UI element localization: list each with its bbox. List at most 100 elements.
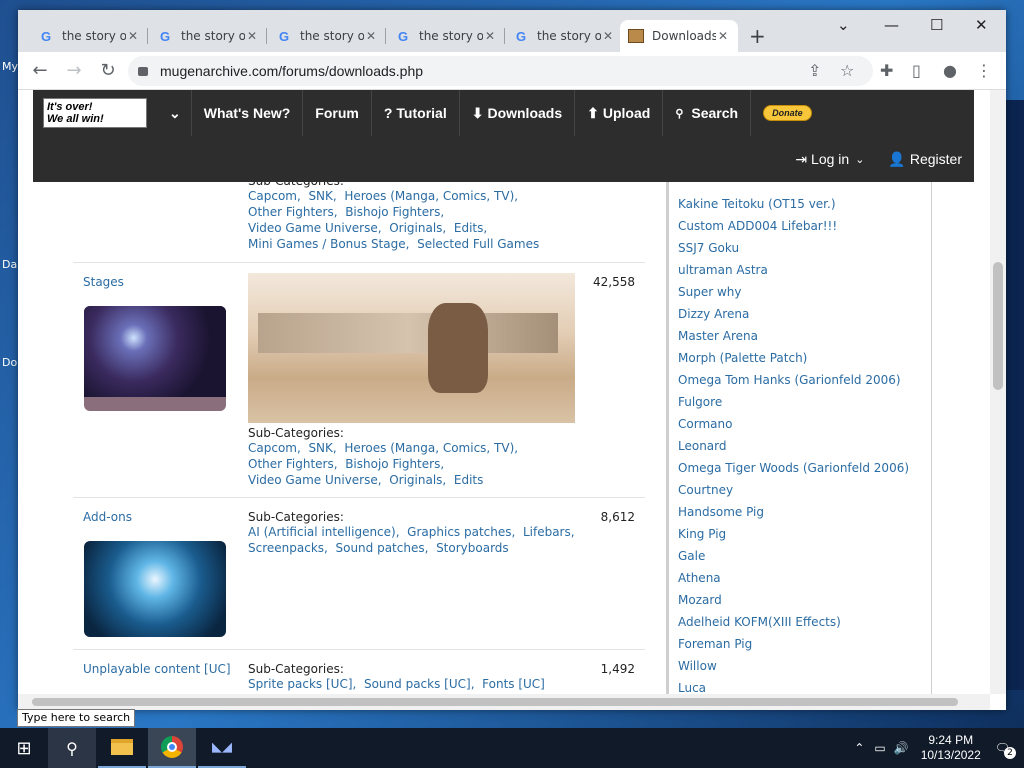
bookmark-star-icon[interactable]: ☆ [840, 61, 854, 80]
sidebar-download-link[interactable]: Handsome Pig [678, 501, 909, 523]
sidebar-download-link[interactable]: Fulgore [678, 391, 909, 413]
menu-icon[interactable]: ⋮ [976, 61, 992, 80]
featured-stage-image[interactable] [248, 273, 575, 423]
share-icon[interactable]: ⇪ [808, 61, 821, 80]
close-tab-icon[interactable]: ✕ [483, 29, 497, 43]
side-panel-icon[interactable]: ▯ [912, 61, 921, 80]
sidebar-download-link[interactable]: Omega Tiger Woods (Garionfeld 2006) [678, 457, 909, 479]
subcategory-link[interactable]: Other Fighters [248, 457, 334, 471]
subcategory-link[interactable]: Other Fighters [248, 205, 334, 219]
subcategory-link[interactable]: SNK [308, 441, 332, 455]
app-icon[interactable]: ◣◢ [198, 728, 246, 768]
subcategory-link[interactable]: Graphics patches [407, 525, 511, 539]
chevron-up-icon[interactable]: ⌃ [854, 741, 864, 755]
notifications-icon[interactable]: 🗨 2 [995, 741, 1016, 759]
sidebar-download-link[interactable]: Omega Tom Hanks (Garionfeld 2006) [678, 369, 909, 391]
nav-search[interactable]: ⚲ Search [663, 90, 752, 136]
extensions-icon[interactable]: ✚ [880, 61, 893, 80]
subcategory-link[interactable]: Bishojo Fighters [345, 457, 440, 471]
sidebar-download-link[interactable]: Gale [678, 545, 909, 567]
category-title[interactable]: Stages [83, 275, 124, 289]
subcategory-link[interactable]: Sprite packs [UC] [248, 677, 353, 691]
sidebar-download-link[interactable]: Foreman Pig [678, 633, 909, 655]
nav-upload[interactable]: ⬆ Upload [575, 90, 664, 136]
chevron-down-icon[interactable]: ⌄ [159, 90, 192, 136]
desktop-icon-label[interactable]: My [2, 60, 18, 73]
subcategory-link[interactable]: Lifebars [523, 525, 571, 539]
site-logo[interactable]: It's over! We all win! [43, 98, 147, 128]
nav-forum[interactable]: Forum [303, 90, 372, 136]
subcategory-link[interactable]: Selected Full Games [417, 237, 539, 251]
close-tab-icon[interactable]: ✕ [245, 29, 259, 43]
subcategory-link[interactable]: Video Game Universe [248, 221, 378, 235]
subcategory-link[interactable]: Sound patches [335, 541, 424, 555]
file-explorer-icon[interactable] [98, 728, 146, 768]
sidebar-download-link[interactable]: Leonard [678, 435, 909, 457]
scrollbar-thumb[interactable] [32, 698, 958, 706]
sidebar-download-link[interactable]: Cormano [678, 413, 909, 435]
close-tab-icon[interactable]: ✕ [364, 29, 378, 43]
subcategory-link[interactable]: Storyboards [436, 541, 509, 555]
browser-tab[interactable]: G the story of ✕ [268, 20, 386, 52]
desktop-icon-label[interactable]: Da [2, 258, 17, 271]
subcategory-link[interactable]: Heroes (Manga, Comics, TV) [344, 189, 514, 203]
sidebar-download-link[interactable]: King Pig [678, 523, 909, 545]
subcategory-link[interactable]: Originals [389, 473, 442, 487]
addons-thumbnail[interactable] [84, 541, 226, 637]
desktop-icon-label[interactable]: Do [2, 356, 17, 369]
sidebar-download-link[interactable]: Morph (Palette Patch) [678, 347, 909, 369]
category-title[interactable]: Unplayable content [UC] [83, 662, 231, 676]
sidebar-download-link[interactable]: Dizzy Arena [678, 303, 909, 325]
sidebar-download-link[interactable]: Adelheid KOFM(XIII Effects) [678, 611, 909, 633]
login-button[interactable]: ⇥ Log in ⌄ [783, 136, 876, 182]
volume-icon[interactable]: 🔊 [894, 741, 909, 755]
subcategory-link[interactable]: Capcom [248, 189, 297, 203]
sidebar-download-link[interactable]: ultraman Astra [678, 259, 909, 281]
close-window-button[interactable]: ✕ [975, 16, 988, 34]
scrollbar-thumb[interactable] [993, 262, 1003, 390]
logo-area[interactable]: It's over! We all win! [33, 90, 159, 136]
subcategory-link[interactable]: Bishojo Fighters [345, 205, 440, 219]
minimize-button[interactable]: — [884, 16, 899, 34]
browser-tab[interactable]: G the story of ✕ [387, 20, 505, 52]
donate-button[interactable]: Donate [751, 90, 824, 136]
forward-icon[interactable]: → [57, 60, 91, 81]
register-button[interactable]: 👤 Register [876, 136, 974, 182]
browser-tab[interactable]: G the story of ✕ [505, 20, 623, 52]
browser-tab[interactable]: G the story of ✕ [149, 20, 267, 52]
maximize-button[interactable]: ☐ [930, 16, 943, 34]
nav-tutorial[interactable]: ? Tutorial [372, 90, 460, 136]
subcategory-link[interactable]: Fonts [UC] [482, 677, 545, 691]
close-tab-icon[interactable]: ✕ [126, 29, 140, 43]
clock[interactable]: 9:24 PM 10/13/2022 [921, 733, 981, 763]
sidebar-download-link[interactable]: Master Arena [678, 325, 909, 347]
sidebar-download-link[interactable]: Kakine Teitoku (OT15 ver.) [678, 193, 909, 215]
reload-icon[interactable]: ↻ [91, 60, 125, 81]
subcategory-link[interactable]: Heroes (Manga, Comics, TV) [344, 441, 514, 455]
back-icon[interactable]: ← [23, 60, 57, 81]
sidebar-download-link[interactable]: Willow [678, 655, 909, 677]
subcategory-link[interactable]: Capcom [248, 441, 297, 455]
subcategory-link[interactable]: SNK [308, 189, 332, 203]
vertical-scrollbar[interactable] [990, 90, 1006, 694]
subcategory-link[interactable]: Screenpacks [248, 541, 324, 555]
sidebar-download-link[interactable]: Super why [678, 281, 909, 303]
sidebar-download-link[interactable]: SSJ7 Goku [678, 237, 909, 259]
tab-search-icon[interactable]: ⌄ [837, 16, 850, 34]
search-icon[interactable]: ⚲ [48, 728, 96, 768]
close-tab-icon[interactable]: ✕ [601, 29, 615, 43]
chrome-icon[interactable] [148, 728, 196, 768]
subcategory-link[interactable]: Video Game Universe [248, 473, 378, 487]
address-bar[interactable]: mugenarchive.com/forums/downloads.php [128, 56, 873, 86]
sidebar-download-link[interactable]: Mozard [678, 589, 909, 611]
subcategory-link[interactable]: Mini Games / Bonus Stage [248, 237, 406, 251]
category-title[interactable]: Add-ons [83, 510, 132, 524]
sidebar-download-link[interactable]: Custom ADD004 Lifebar!!! [678, 215, 909, 237]
horizontal-scrollbar[interactable] [18, 694, 990, 710]
subcategory-link[interactable]: Edits [454, 473, 484, 487]
stages-thumbnail[interactable] [84, 306, 226, 411]
profile-icon[interactable]: ● [943, 61, 957, 80]
nav-whats-new[interactable]: What's New? [192, 90, 304, 136]
subcategory-link[interactable]: AI (Artificial intelligence) [248, 525, 396, 539]
new-tab-button[interactable]: + [749, 24, 766, 48]
